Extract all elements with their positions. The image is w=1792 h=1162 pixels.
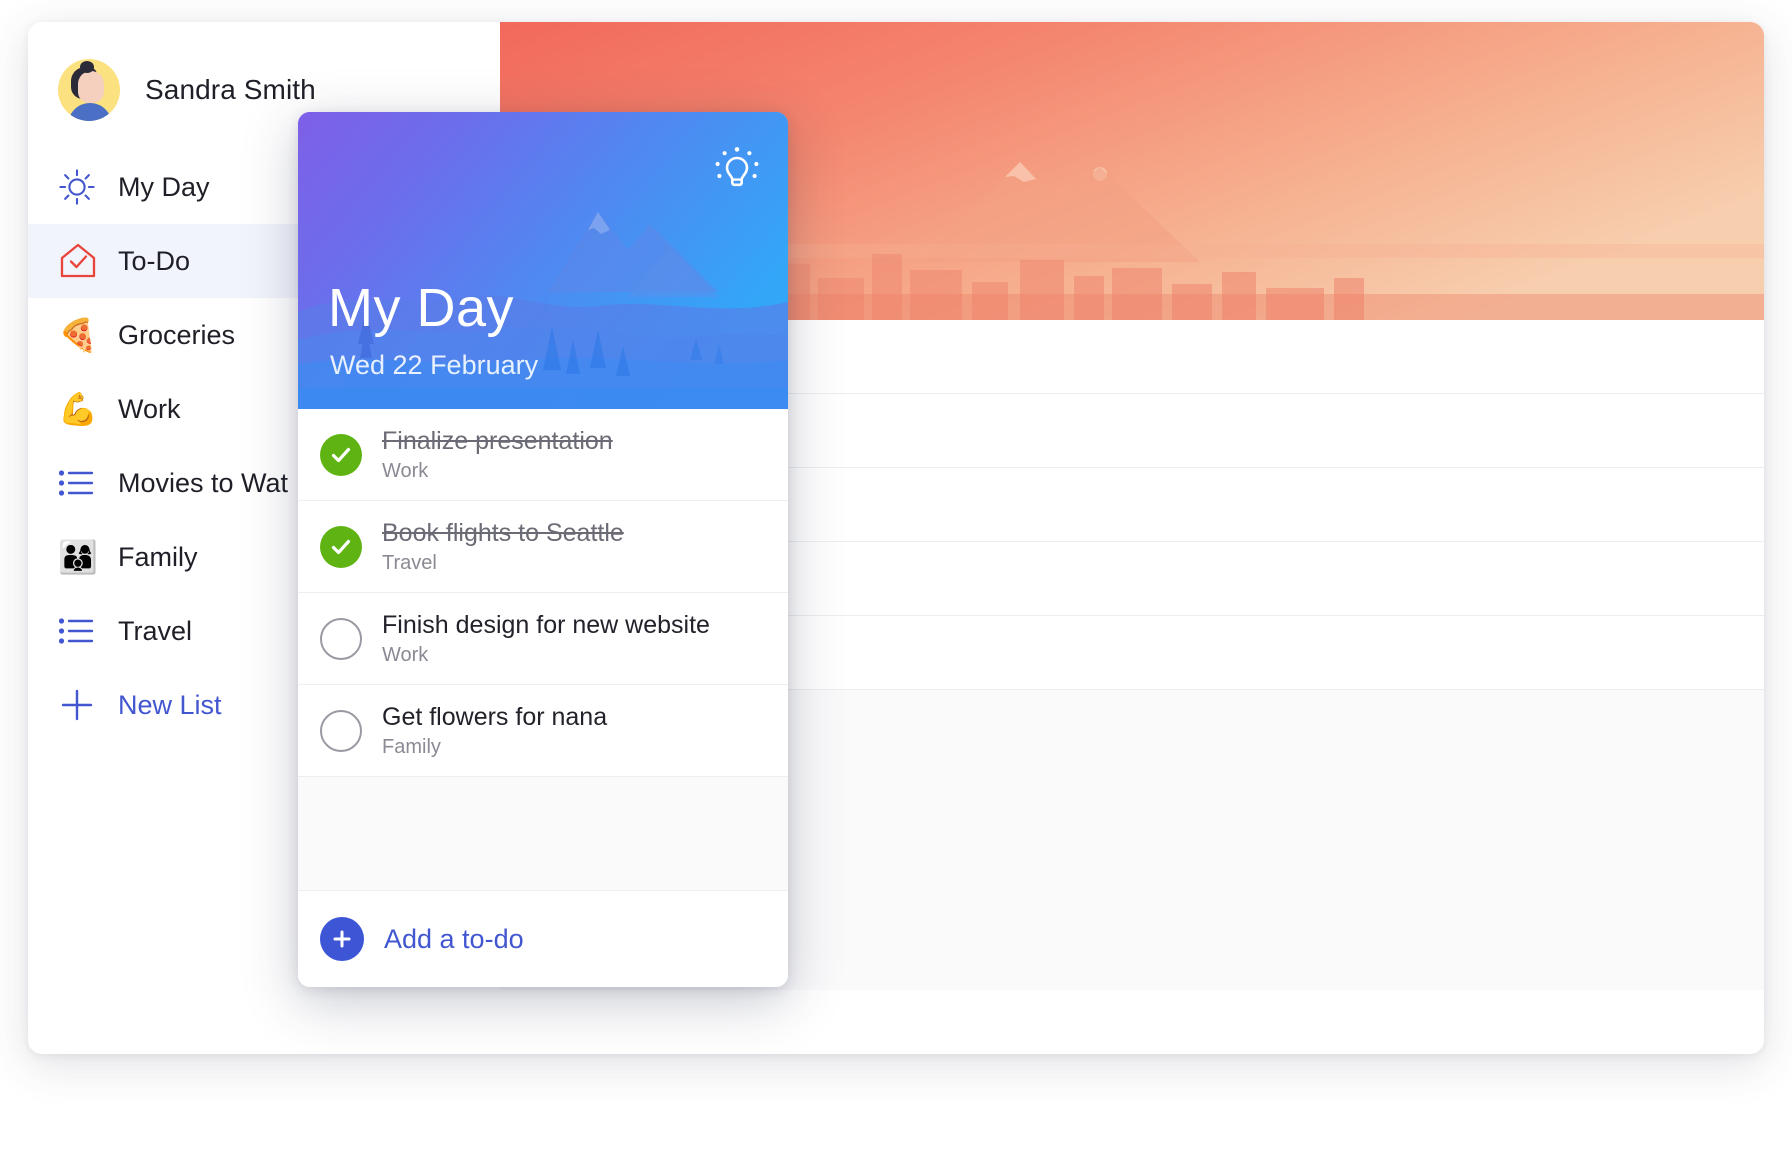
todo-category: Travel	[382, 552, 437, 575]
avatar	[58, 59, 120, 121]
app-window: Sandra Smith My Day To-Do 🍕 Groceries 💪 …	[28, 22, 1764, 1054]
plus-circle-icon	[320, 917, 364, 961]
sidebar-item-label: Travel	[118, 615, 193, 646]
todo-category: Work	[382, 460, 429, 483]
sun-icon	[58, 168, 118, 206]
add-todo-label: Add a to-do	[384, 923, 524, 954]
checkbox-unchecked[interactable]	[320, 617, 362, 660]
todo-title: Get flowers for nana	[382, 702, 608, 731]
new-list-label: New List	[118, 689, 222, 720]
list-item[interactable]: Finish design for new website Work	[298, 593, 788, 685]
todo-title: Finalize presentation	[382, 426, 613, 455]
list-item[interactable]: Get flowers for nana Family	[298, 685, 788, 777]
flexed-biceps-emoji-icon: 💪	[58, 391, 98, 427]
todo-category: Work	[382, 644, 429, 667]
todo-list-empty-space	[298, 777, 788, 891]
checkbox-checked[interactable]	[320, 525, 362, 568]
add-todo-button[interactable]: Add a to-do	[298, 891, 788, 987]
lightbulb-icon[interactable]	[708, 142, 766, 200]
checkbox-unchecked[interactable]	[320, 709, 362, 752]
todo-title: Finish design for new website	[382, 610, 710, 639]
sidebar-item-label: My Day	[118, 171, 210, 202]
sidebar-item-label: Movies to Wat	[118, 467, 289, 498]
sidebar-item-label: To-Do	[118, 245, 191, 276]
mountain-landscape-illustration: My Day Wed 22 February	[298, 112, 788, 409]
plus-icon	[58, 686, 118, 724]
family-emoji-icon: 👨‍👩‍👦	[58, 539, 98, 575]
bullet-list-icon	[58, 468, 118, 498]
todo-category: Family	[382, 736, 441, 759]
bullet-list-icon	[58, 616, 118, 646]
current-date: Wed 22 February	[330, 350, 539, 380]
page-title: My Day	[328, 278, 515, 338]
todo-title: Book flights to Seattle	[382, 518, 624, 547]
list-item[interactable]: Book flights to Seattle Travel	[298, 501, 788, 593]
todo-list: Finalize presentation Work Book flights …	[298, 409, 788, 777]
sidebar-item-label: Family	[118, 541, 198, 572]
checkbox-checked[interactable]	[320, 433, 362, 476]
list-item[interactable]: Finalize presentation Work	[298, 409, 788, 501]
sidebar-item-label: Groceries	[118, 319, 236, 350]
my-day-popup-card: My Day Wed 22 February Finalize presenta…	[298, 112, 788, 987]
pizza-emoji-icon: 🍕	[58, 317, 98, 353]
home-check-icon	[58, 242, 118, 280]
sidebar-item-label: Work	[118, 393, 181, 424]
profile-name: Sandra Smith	[145, 74, 316, 105]
